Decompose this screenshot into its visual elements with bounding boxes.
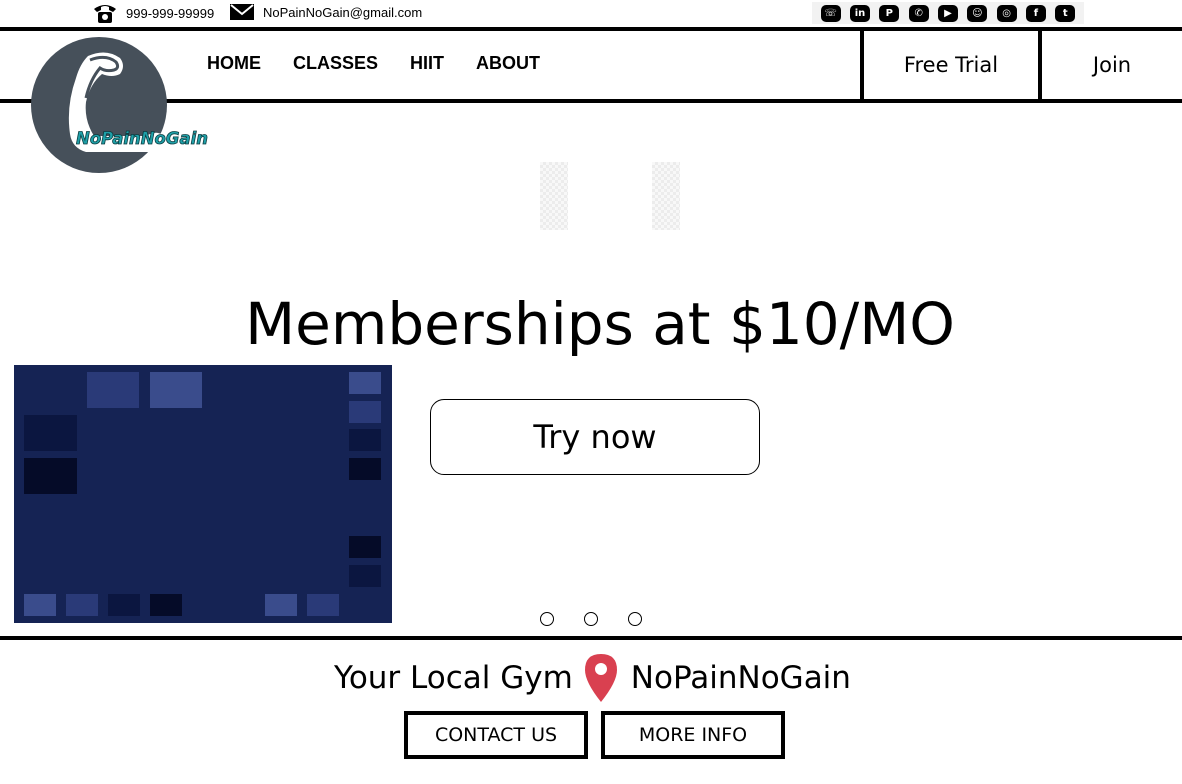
top-bar: 999-999-99999 NoPainNoGain@gmail.com ☏ i…	[0, 0, 1182, 28]
section-divider	[0, 636, 1182, 640]
nav-classes[interactable]: CLASSES	[293, 53, 378, 74]
loading-placeholder	[540, 162, 568, 230]
carousel-dot-2[interactable]	[584, 612, 598, 626]
snapchat-icon[interactable]: ☺	[967, 4, 988, 22]
instagram-icon[interactable]: ◎	[996, 4, 1017, 22]
phone-number: 999-999-99999	[126, 5, 215, 21]
map-pin-icon	[584, 654, 617, 702]
viber-icon[interactable]: ☏	[820, 4, 841, 22]
carousel-dot-3[interactable]	[628, 612, 642, 626]
phone-contact[interactable]: 999-999-99999	[92, 2, 214, 24]
local-gym-prefix: Your Local Gym	[334, 660, 573, 696]
email-address: NoPainNoGain@gmail.com	[263, 4, 423, 20]
social-links: ☏ in P ✆ ▶ ☺ ◎ f t	[812, 2, 1084, 24]
mail-icon	[230, 4, 254, 20]
contact-us-button[interactable]: CONTACT US	[404, 711, 588, 759]
youtube-icon[interactable]: ▶	[937, 4, 958, 22]
local-gym-heading: Your Local Gym NoPainNoGain	[334, 652, 851, 704]
logo-text: NoPainNoGain	[76, 129, 208, 149]
carousel-indicators	[540, 612, 642, 626]
free-trial-button[interactable]: Free Trial	[860, 31, 1038, 99]
gym-name: NoPainNoGain	[630, 660, 851, 696]
join-button[interactable]: Join	[1038, 31, 1182, 99]
nav-about[interactable]: ABOUT	[476, 53, 540, 74]
hero-image	[14, 365, 392, 623]
loading-placeholder	[652, 162, 680, 230]
logo-graphic: NoPainNoGain	[31, 37, 208, 173]
phone-icon	[94, 5, 116, 23]
email-contact[interactable]: NoPainNoGain@gmail.com	[229, 2, 422, 22]
whatsapp-icon[interactable]: ✆	[908, 4, 929, 22]
more-info-button[interactable]: MORE INFO	[601, 711, 785, 759]
pinterest-icon[interactable]: P	[879, 4, 900, 22]
linkedin-icon[interactable]: in	[849, 4, 870, 22]
twitter-icon[interactable]: t	[1055, 4, 1076, 22]
main-nav: HOME CLASSES HIIT ABOUT	[207, 53, 540, 74]
carousel-dot-1[interactable]	[540, 612, 554, 626]
nav-hiit[interactable]: HIIT	[410, 53, 444, 74]
facebook-icon[interactable]: f	[1025, 4, 1046, 22]
hero-title: Memberships at $10/MO	[245, 290, 955, 358]
try-now-button[interactable]: Try now	[430, 399, 760, 475]
logo[interactable]: NoPainNoGain	[28, 36, 218, 176]
